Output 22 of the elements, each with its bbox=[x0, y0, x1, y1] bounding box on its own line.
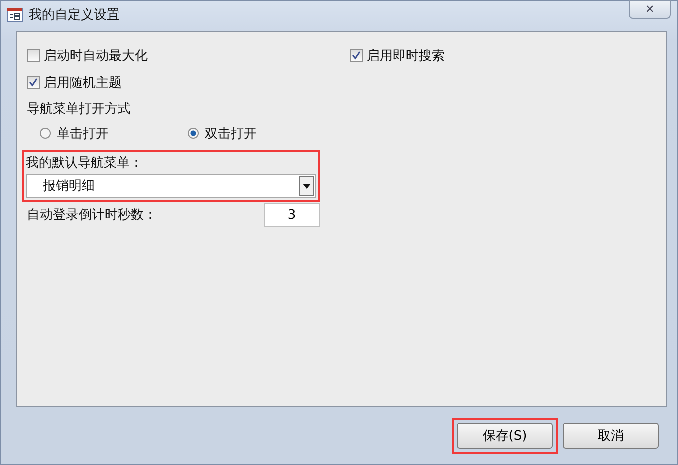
radio-label: 双击打开 bbox=[205, 126, 257, 142]
radio-label: 单击打开 bbox=[57, 126, 109, 142]
dialog-button[interactable]: 保存(S) bbox=[457, 423, 553, 449]
dialog-button[interactable]: 取消 bbox=[563, 423, 659, 449]
seconds-field[interactable]: 3 bbox=[264, 203, 320, 227]
section-label: 导航菜单打开方式 bbox=[27, 100, 132, 118]
form-icon bbox=[7, 8, 23, 22]
dropdown-button[interactable] bbox=[299, 176, 314, 196]
field-label: 自动登录倒计时秒数： bbox=[27, 207, 158, 224]
checkbox-label: 启用即时搜索 bbox=[367, 48, 445, 64]
checkbox-label: 启动时自动最大化 bbox=[44, 48, 148, 64]
checkbox[interactable] bbox=[27, 49, 40, 62]
checkbox[interactable] bbox=[350, 49, 363, 62]
radio-button[interactable] bbox=[40, 128, 51, 139]
menu-dropdown[interactable]: 报销明细 bbox=[26, 174, 316, 198]
window-title: 我的自定义设置 bbox=[29, 7, 120, 24]
caret-icon bbox=[302, 184, 310, 188]
field-label: 我的默认导航菜单： bbox=[26, 155, 144, 173]
radio-button[interactable] bbox=[188, 128, 199, 139]
checkbox-label: 启用随机主题 bbox=[44, 74, 122, 92]
close-button[interactable]: ✕ bbox=[629, 0, 671, 19]
checkbox[interactable] bbox=[27, 76, 40, 89]
